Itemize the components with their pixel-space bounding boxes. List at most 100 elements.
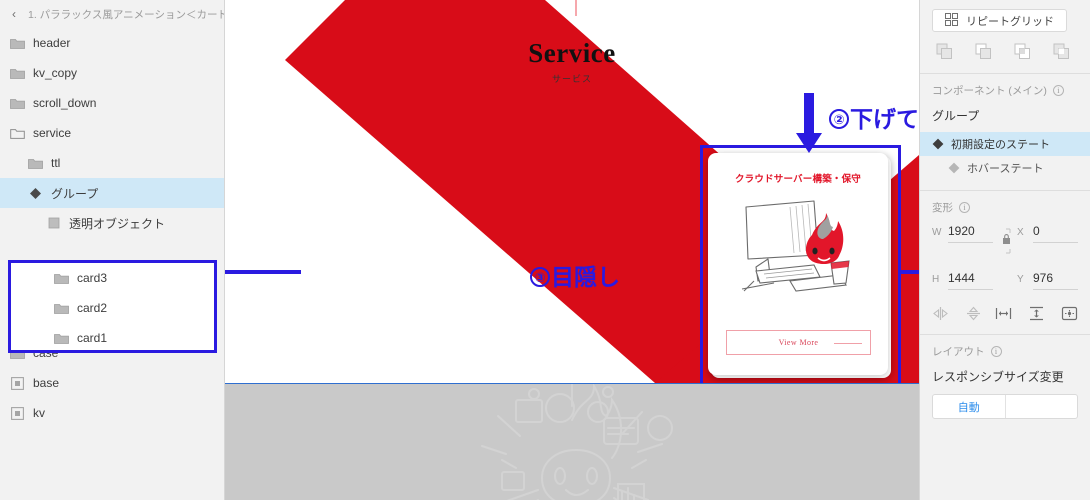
responsive-option-manual[interactable]: [1006, 395, 1078, 418]
folder-icon: [10, 36, 25, 51]
layer-label: service: [33, 126, 72, 140]
layer-item-card2[interactable]: card2: [8, 293, 217, 323]
diamond-icon: [948, 162, 960, 174]
annotation-3-number: ③: [530, 267, 550, 287]
layer-item-card1[interactable]: card1: [8, 323, 217, 353]
height-field[interactable]: H 1444: [932, 271, 993, 290]
distribute-vertical-icon[interactable]: [1028, 306, 1045, 324]
folder-icon: [10, 66, 25, 81]
footer-band: [225, 384, 919, 500]
layer-label: 透明オブジェクト: [69, 216, 166, 231]
layer-label: kv: [33, 406, 45, 420]
info-icon[interactable]: i: [1052, 85, 1064, 96]
layer-label: kv_copy: [33, 66, 78, 80]
xd-application-window: ‹ 1. パララックス風アニメーション＜カードUI.. header kv_co…: [0, 0, 1090, 500]
lock-icon: [1000, 228, 1011, 257]
layer-item-group[interactable]: グループ: [0, 178, 224, 208]
layer-item-kv[interactable]: kv: [0, 398, 224, 428]
info-icon[interactable]: i: [959, 202, 970, 213]
intersect-icon[interactable]: [1014, 43, 1031, 63]
mascot-watermark-illustration: [481, 384, 673, 500]
subtract-icon[interactable]: [975, 43, 992, 63]
layer-item-header[interactable]: header: [0, 28, 224, 58]
responsive-option-auto[interactable]: 自動: [933, 395, 1006, 418]
heading-japanese: サービス: [551, 74, 592, 84]
layer-item-scroll_down[interactable]: scroll_down: [0, 88, 224, 118]
transform-fields: W 1920 X 0 H 1444 Y 976: [932, 224, 1078, 292]
folder-icon: [10, 96, 25, 111]
annotation-2: ②下げて配置: [829, 100, 919, 134]
flip-horizontal-icon[interactable]: [932, 306, 949, 324]
aspect-lock[interactable]: [999, 224, 1011, 257]
layer-item-ttl[interactable]: ttl: [0, 148, 224, 178]
card-group[interactable]: クラウドサーバー構築・保守 View More: [700, 145, 901, 383]
layer-label: base: [33, 376, 60, 390]
layer-label: header: [33, 36, 71, 50]
breadcrumb[interactable]: ‹ 1. パララックス風アニメーション＜カードUI..: [0, 0, 224, 28]
repeat-grid-label: リピートグリッド: [966, 15, 1054, 28]
distribute-horizontal-icon[interactable]: [995, 306, 1012, 324]
y-field[interactable]: Y 976: [1017, 271, 1078, 290]
component-state-label: ホバーステート: [967, 163, 1044, 175]
annotation-down-arrow-icon: [794, 93, 824, 160]
component-section-title: コンポーネント (メイン): [932, 85, 1047, 97]
align-tools-row: [932, 306, 1078, 324]
height-value: 1444: [948, 271, 975, 285]
transform-section-title: 変形: [932, 202, 953, 214]
transform-section: 変形 i W 1920 X 0 H 1444 Y 976: [920, 191, 1090, 335]
layout-section-title: レイアウト: [932, 346, 985, 358]
repeat-grid-section: リピートグリッド: [920, 0, 1090, 74]
layer-item-card3[interactable]: card3: [8, 263, 217, 293]
boolean-ops-row: [932, 43, 1078, 63]
layers-sidebar: ‹ 1. パララックス風アニメーション＜カードUI.. header kv_co…: [0, 0, 225, 500]
service-card[interactable]: クラウドサーバー構築・保守 View More: [708, 153, 888, 375]
component-instance-icon: [10, 406, 25, 421]
component-diamond-icon: [28, 186, 43, 201]
masked-card-layers: card3 card2 card1: [8, 260, 217, 353]
repeat-grid-button[interactable]: リピートグリッド: [932, 9, 1067, 32]
y-value: 976: [1033, 271, 1054, 285]
diamond-icon: [932, 138, 944, 150]
annotation-3-text: 目隠し: [551, 264, 620, 290]
component-section: コンポーネント (メイン) i グループ 初期設定のステート ホバーステート: [920, 74, 1090, 191]
grid-icon: [945, 12, 958, 29]
layer-label: ttl: [51, 156, 61, 170]
breadcrumb-label: 1. パララックス風アニメーション＜カードUI..: [28, 8, 224, 21]
flip-vertical-icon[interactable]: [965, 306, 982, 324]
arrow-line-icon: [834, 342, 862, 344]
artboard[interactable]: Service サービス クラウドサーバー構築・保守 View More ② 下…: [225, 0, 919, 383]
folder-icon: [54, 271, 69, 286]
layer-label: グループ: [51, 186, 99, 201]
component-name: グループ: [932, 109, 980, 123]
desktop-pc-and-mascot-illustration: [728, 193, 868, 308]
component-state-hover[interactable]: ホバーステート: [920, 156, 1090, 180]
component-instance-icon: [10, 376, 25, 391]
info-icon[interactable]: i: [990, 346, 1002, 357]
square-icon: [46, 216, 61, 231]
design-canvas[interactable]: Service サービス クラウドサーバー構築・保守 View More ② 下…: [225, 0, 919, 500]
artboard-selection-edge: [225, 383, 919, 384]
view-more-button[interactable]: View More: [726, 330, 871, 355]
service-heading: Service サービス: [225, 40, 919, 85]
folder-open-icon: [10, 126, 25, 141]
x-field[interactable]: X 0: [1017, 224, 1078, 255]
scale-icon[interactable]: [1061, 306, 1078, 324]
annotation-3: ③ 目隠し: [530, 258, 620, 292]
layer-item-service[interactable]: service: [0, 118, 224, 148]
layer-item-base[interactable]: base: [0, 368, 224, 398]
component-state-default[interactable]: 初期設定のステート: [920, 132, 1090, 156]
height-label: H: [932, 274, 940, 285]
component-state-label: 初期設定のステート: [951, 139, 1050, 151]
layer-label: card1: [77, 331, 108, 345]
width-field[interactable]: W 1920: [932, 224, 993, 255]
y-label: Y: [1017, 274, 1024, 285]
chevron-left-icon[interactable]: ‹: [12, 8, 16, 20]
layer-item-transparent-object[interactable]: 透明オブジェクト: [0, 208, 224, 238]
layer-item-kv_copy[interactable]: kv_copy: [0, 58, 224, 88]
layout-section-header: レイアウト i: [932, 344, 1078, 359]
responsive-resize-segmented-control[interactable]: 自動: [932, 394, 1078, 419]
x-label: X: [1017, 227, 1024, 238]
exclude-icon[interactable]: [1053, 43, 1070, 63]
folder-icon: [54, 301, 69, 316]
union-icon[interactable]: [936, 43, 953, 63]
